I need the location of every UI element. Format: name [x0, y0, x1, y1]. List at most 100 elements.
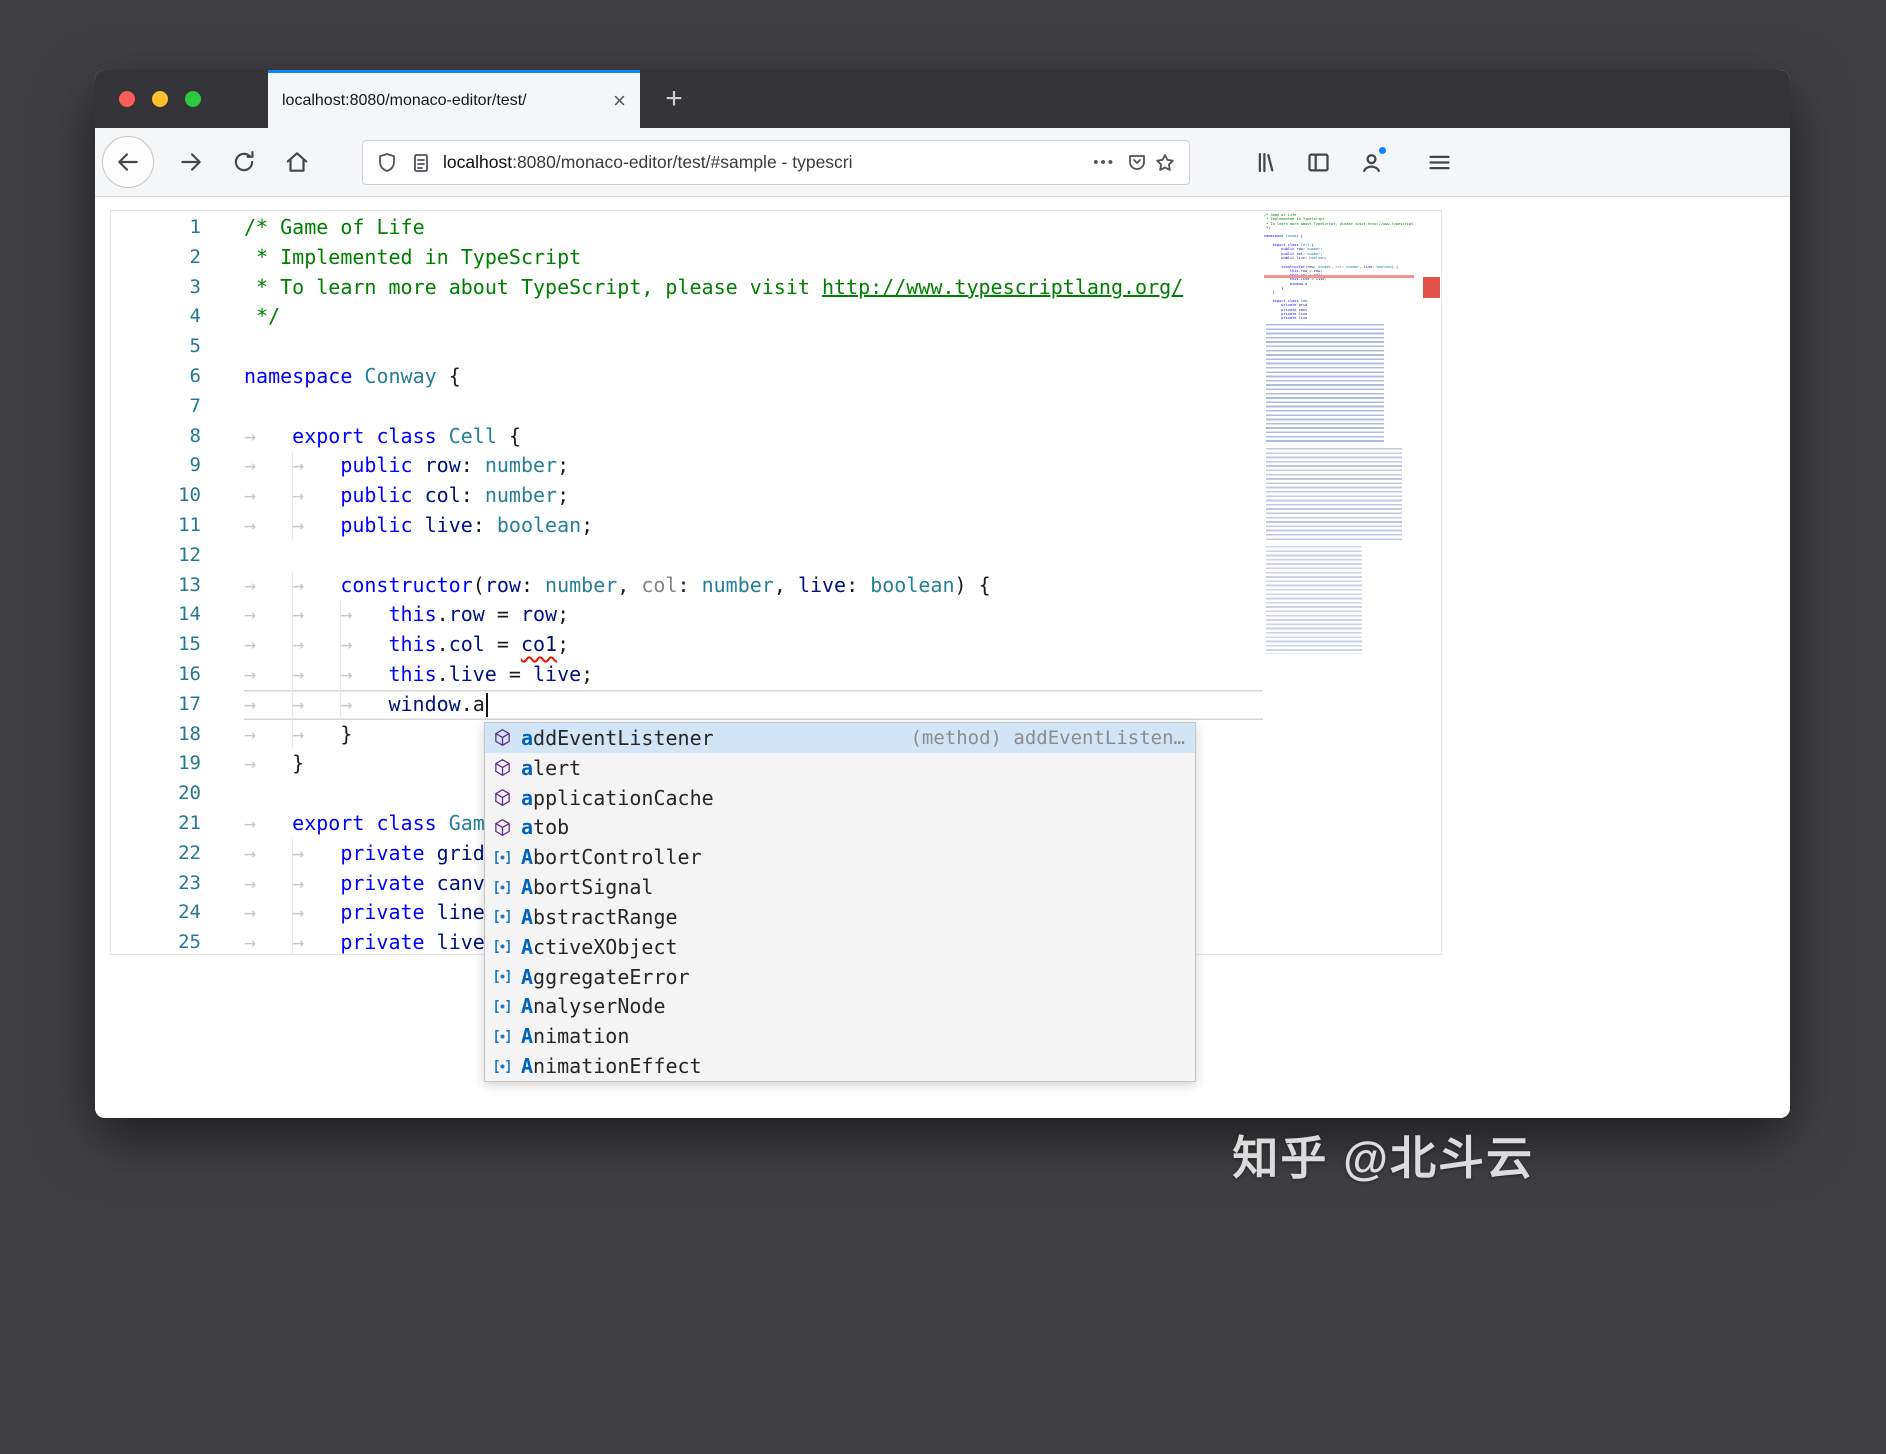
- suggest-item[interactable]: AbstractRange: [485, 902, 1195, 932]
- new-tab-button[interactable]: +: [652, 70, 696, 128]
- code-content[interactable]: → → → window.a: [244, 690, 1263, 720]
- code-content[interactable]: → → public col: number;: [244, 481, 1263, 511]
- suggest-item[interactable]: AbortSignal: [485, 872, 1195, 902]
- line-number[interactable]: 15: [111, 630, 244, 660]
- line-number[interactable]: 18: [111, 720, 244, 750]
- url-text[interactable]: localhost:8080/monaco-editor/test/#sampl…: [443, 152, 1083, 173]
- line-number[interactable]: 5: [111, 332, 244, 362]
- home-button[interactable]: [271, 136, 323, 188]
- line-number[interactable]: 22: [111, 839, 244, 869]
- suggest-item[interactable]: atob: [485, 812, 1195, 842]
- code-line[interactable]: 14 → → → this.row = row;: [111, 600, 1441, 630]
- code-line[interactable]: 12: [111, 541, 1441, 571]
- suggest-item[interactable]: addEventListener (method) addEventListen…: [485, 723, 1195, 753]
- code-token: Conway: [364, 363, 437, 388]
- reload-button[interactable]: [218, 136, 270, 188]
- code-token: window: [388, 691, 461, 716]
- line-number[interactable]: 24: [111, 898, 244, 928]
- code-line[interactable]: 5: [111, 332, 1441, 362]
- code-line[interactable]: 7: [111, 392, 1441, 422]
- line-number[interactable]: 11: [111, 511, 244, 541]
- line-number[interactable]: 10: [111, 481, 244, 511]
- line-number[interactable]: 2: [111, 243, 244, 273]
- code-line[interactable]: 9 → → public row: number;: [111, 451, 1441, 481]
- suggest-item[interactable]: AnimationEffect: [485, 1051, 1195, 1081]
- tab-close-icon[interactable]: ×: [613, 89, 626, 112]
- line-number[interactable]: 3: [111, 273, 244, 303]
- suggest-item[interactable]: alert: [485, 753, 1195, 783]
- suggest-item[interactable]: ActiveXObject: [485, 932, 1195, 962]
- browser-tab[interactable]: localhost:8080/monaco-editor/test/ ×: [268, 70, 640, 128]
- line-number[interactable]: 14: [111, 600, 244, 630]
- code-line[interactable]: 13 → → constructor(row: number, col: number…: [111, 571, 1441, 601]
- line-number[interactable]: 1: [111, 213, 244, 243]
- code-line[interactable]: 10 → → public col: number;: [111, 481, 1441, 511]
- menu-button[interactable]: [1426, 149, 1453, 176]
- code-content[interactable]: [244, 541, 1263, 571]
- code-content[interactable]: */: [244, 302, 1263, 332]
- code-content[interactable]: → export class Cell {: [244, 422, 1263, 452]
- suggest-item[interactable]: AbortController: [485, 842, 1195, 872]
- url-bar[interactable]: localhost:8080/monaco-editor/test/#sampl…: [362, 140, 1190, 185]
- code-line[interactable]: 11 → → public live: boolean;: [111, 511, 1441, 541]
- back-button[interactable]: [102, 136, 154, 188]
- minimap[interactable]: /* Game of Life * Implemented in TypeScr…: [1264, 213, 1414, 952]
- code-line[interactable]: 2 * Implemented in TypeScript: [111, 243, 1441, 273]
- line-number[interactable]: 13: [111, 571, 244, 601]
- code-token: ;: [557, 453, 570, 478]
- line-number[interactable]: 8: [111, 422, 244, 452]
- code-line[interactable]: 16 → → → this.live = live;: [111, 660, 1441, 690]
- line-number[interactable]: 19: [111, 749, 244, 779]
- error-marker: [1423, 277, 1440, 298]
- code-content[interactable]: → → → this.row = row;: [244, 600, 1263, 630]
- code-line[interactable]: 1/* Game of Life: [111, 213, 1441, 243]
- code-content[interactable]: → → → this.col = co1;: [244, 630, 1263, 660]
- line-number[interactable]: 6: [111, 362, 244, 392]
- bookmark-star-icon[interactable]: [1153, 151, 1177, 175]
- line-number[interactable]: 20: [111, 779, 244, 809]
- code-content[interactable]: → → constructor(row: number, col: number, …: [244, 571, 1263, 601]
- suggest-item[interactable]: Animation: [485, 1021, 1195, 1051]
- close-window-button[interactable]: [119, 91, 135, 107]
- forward-button[interactable]: [165, 136, 217, 188]
- line-number[interactable]: 21: [111, 809, 244, 839]
- page-actions-icon[interactable]: •••: [1093, 154, 1115, 171]
- suggest-item[interactable]: AnalyserNode: [485, 991, 1195, 1021]
- line-number[interactable]: 23: [111, 869, 244, 899]
- code-content[interactable]: [244, 332, 1263, 362]
- code-line[interactable]: 8 → export class Cell {: [111, 422, 1441, 452]
- code-token: ;: [557, 602, 570, 627]
- line-number[interactable]: 7: [111, 392, 244, 422]
- code-content[interactable]: → → → this.live = live;: [244, 660, 1263, 690]
- sidebar-toggle-button[interactable]: [1305, 149, 1332, 176]
- line-number[interactable]: 4: [111, 302, 244, 332]
- code-content[interactable]: * To learn more about TypeScript, please…: [244, 273, 1263, 303]
- code-line[interactable]: 17 → → → window.a: [111, 690, 1441, 720]
- tracking-protection-shield-icon[interactable]: [375, 151, 399, 175]
- code-line[interactable]: 4 */: [111, 302, 1441, 332]
- line-number[interactable]: 17: [111, 690, 244, 720]
- code-content[interactable]: /* Game of Life: [244, 213, 1263, 243]
- account-button[interactable]: [1358, 146, 1387, 176]
- code-line[interactable]: 6 namespace Conway {: [111, 362, 1441, 392]
- suggest-item[interactable]: AggregateError: [485, 962, 1195, 992]
- code-content[interactable]: namespace Conway {: [244, 362, 1263, 392]
- line-number[interactable]: 9: [111, 451, 244, 481]
- code-line[interactable]: 15 → → → this.col = co1;: [111, 630, 1441, 660]
- code-line[interactable]: 3 * To learn more about TypeScript, plea…: [111, 273, 1441, 303]
- library-button[interactable]: [1252, 149, 1279, 176]
- line-number[interactable]: 16: [111, 660, 244, 690]
- minimize-window-button[interactable]: [152, 91, 168, 107]
- code-token: :: [846, 572, 871, 597]
- code-content[interactable]: [244, 392, 1263, 422]
- page-info-icon[interactable]: [409, 151, 433, 175]
- code-content[interactable]: → → public row: number;: [244, 451, 1263, 481]
- code-content[interactable]: → → public live: boolean;: [244, 511, 1263, 541]
- suggest-item[interactable]: applicationCache: [485, 783, 1195, 813]
- line-number[interactable]: 12: [111, 541, 244, 571]
- pocket-icon[interactable]: [1125, 151, 1149, 175]
- overview-ruler[interactable]: [1414, 211, 1441, 954]
- line-number[interactable]: 25: [111, 928, 244, 954]
- code-content[interactable]: * Implemented in TypeScript: [244, 243, 1263, 273]
- zoom-window-button[interactable]: [185, 91, 201, 107]
